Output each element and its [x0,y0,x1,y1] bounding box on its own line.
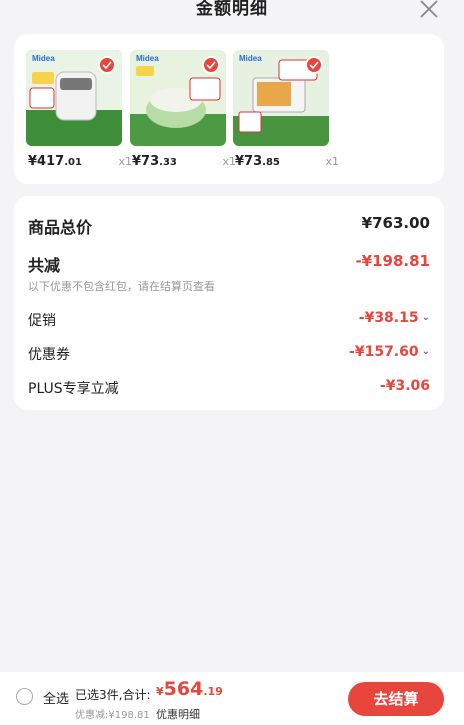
product-price: ¥73.85 [235,154,280,169]
total-reduction-row: 共减 -¥198.81 [28,252,430,275]
plus-discount-label: PLUS专享立减 [28,381,119,397]
discount-detail-link[interactable]: 优惠明细 [156,706,200,722]
promo-row[interactable]: 促销 -¥38.15 ⌄ [28,310,430,332]
plus-discount-row: PLUS专享立减 -¥3.06 [28,378,430,400]
product-thumbnail[interactable]: Midea [26,50,122,146]
product-qty: x1 [325,155,339,168]
chevron-down-icon: ⌄ [421,312,430,323]
discount-total: 优惠减:¥198.81 [75,710,150,721]
order-total: ¥564.19 [156,678,223,700]
subtotal-value: ¥763.00 [361,214,430,232]
products-card: Midea ¥417.01 x1 Midea ¥73.33 x1 Midea ¥… [14,34,444,184]
checkout-button[interactable]: 去结算 [348,682,444,716]
product-price: ¥73.33 [132,154,177,169]
chevron-down-icon: ⌄ [421,346,430,357]
plus-discount-value: -¥3.06 [379,378,430,394]
close-icon[interactable] [418,0,440,20]
sheet-header: 金额明细 [0,0,464,24]
check-icon[interactable] [305,56,323,74]
select-all-radio[interactable] [16,688,33,705]
product-item[interactable]: Midea ¥73.85 x1 [233,50,339,170]
product-thumbnail[interactable]: Midea [233,50,329,146]
subtotal-row: 商品总价 ¥763.00 [28,214,430,237]
brand-logo: Midea [239,54,262,63]
coupon-label: 优惠券 [28,347,70,363]
coupon-value[interactable]: -¥157.60 ⌄ [349,344,430,360]
sheet-title: 金额明细 [196,0,268,19]
discount-note: 以下优惠不包含红包，请在结算页查看 [28,280,215,293]
brand-logo: Midea [136,54,159,63]
promo-value[interactable]: -¥38.15 ⌄ [359,310,430,326]
total-reduction-value: -¥198.81 [355,252,430,270]
check-icon[interactable] [202,56,220,74]
product-item[interactable]: Midea ¥73.33 x1 [130,50,236,170]
coupon-row[interactable]: 优惠券 -¥157.60 ⌄ [28,344,430,366]
price-summary-card: 商品总价 ¥763.00 共减 -¥198.81 以下优惠不包含红包，请在结算页… [14,196,444,410]
product-item[interactable]: Midea ¥417.01 x1 [26,50,132,170]
product-thumbnail[interactable]: Midea [130,50,226,146]
subtotal-label: 商品总价 [28,218,93,237]
selected-count: 已选3件,合计: [75,688,151,702]
check-icon[interactable] [98,56,116,74]
brand-logo: Midea [32,54,55,63]
promo-label: 促销 [28,313,56,329]
total-reduction-label: 共减 [28,256,61,275]
select-all-label[interactable]: 全选 [43,688,69,707]
product-price: ¥417.01 [28,154,82,169]
checkout-bar: 全选 已选3件,合计: ¥564.19 优惠减:¥198.81 优惠明细 去结算 [0,672,464,725]
